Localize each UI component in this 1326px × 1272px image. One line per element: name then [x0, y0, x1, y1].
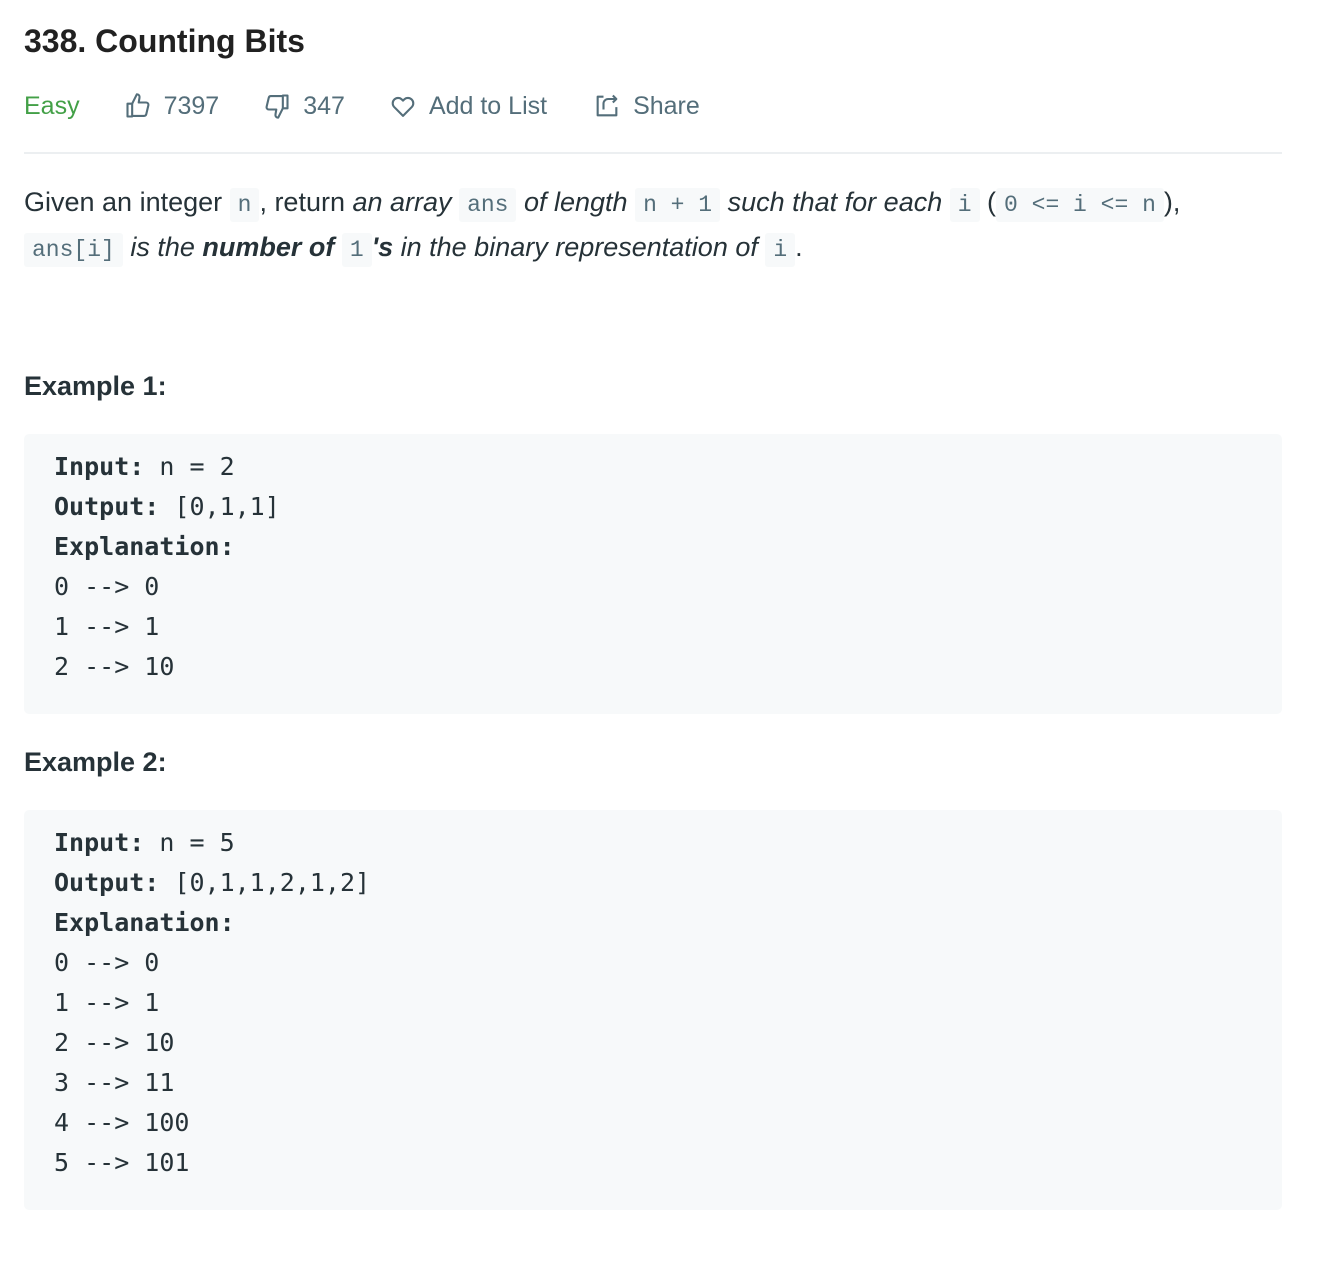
- example-input-line: Input: n = 2: [54, 452, 235, 481]
- desc-strong: number of: [202, 232, 342, 262]
- problem-page: 338. Counting Bits Easy 7397 347 Add to …: [0, 0, 1326, 1272]
- example-input-line: Input: n = 5: [54, 828, 235, 857]
- inline-code: 1: [341, 233, 372, 267]
- explanation-line: 0 --> 0: [54, 572, 160, 601]
- example-output-line: Output: [0,1,1,2,1,2]: [54, 868, 371, 897]
- inline-code: ans: [459, 188, 517, 222]
- desc-text: Given an integer: [24, 187, 230, 217]
- inline-code: i: [949, 188, 980, 222]
- desc-emphasis: of length: [516, 187, 636, 217]
- explanation-line: 1 --> 1: [54, 612, 160, 641]
- inline-code: ans[i]: [24, 233, 123, 267]
- share-label: Share: [633, 91, 700, 120]
- example-2-title: Example 2:: [24, 747, 167, 777]
- example-explanation-label: Explanation:: [54, 532, 235, 561]
- explanation-line: 2 --> 10: [54, 652, 175, 681]
- example-2-code-block: Input: n = 5 Output: [0,1,1,2,1,2] Expla…: [24, 810, 1282, 1210]
- explanation-line: 2 --> 10: [54, 1028, 175, 1057]
- desc-strong: 's: [371, 232, 394, 262]
- difficulty-badge: Easy: [24, 91, 80, 120]
- dislike-count: 347: [303, 91, 345, 120]
- inline-code: n + 1: [635, 188, 721, 222]
- example-1-title: Example 1:: [24, 371, 167, 401]
- inline-code: i: [765, 233, 796, 267]
- like-count: 7397: [163, 91, 220, 120]
- inline-code: n: [229, 188, 260, 222]
- share-icon: [596, 94, 618, 117]
- desc-text: .: [795, 232, 803, 262]
- header-divider: [24, 152, 1282, 154]
- problem-description: Given an integer n, return an array ans …: [24, 181, 1294, 271]
- desc-emphasis: such that for each: [720, 187, 950, 217]
- thumbs-down-icon: [265, 94, 289, 119]
- problem-title: 338. Counting Bits: [24, 23, 305, 59]
- desc-text: (: [979, 187, 997, 217]
- desc-emphasis: in the binary representation of: [393, 232, 766, 262]
- inline-code: 0 <= i <= n: [996, 188, 1164, 222]
- dislike-button[interactable]: 347: [263, 92, 345, 121]
- desc-text: ),: [1163, 187, 1181, 217]
- explanation-line: 1 --> 1: [54, 988, 160, 1017]
- add-to-list-button[interactable]: Add to List: [389, 92, 547, 121]
- thumbs-up-icon: [126, 93, 150, 118]
- desc-emphasis: an array: [352, 187, 452, 217]
- example-output-line: Output: [0,1,1]: [54, 492, 280, 521]
- example-explanation-label: Explanation:: [54, 908, 235, 937]
- add-to-list-label: Add to List: [428, 91, 548, 120]
- explanation-line: 5 --> 101: [54, 1148, 190, 1177]
- like-button[interactable]: 7397: [124, 91, 220, 121]
- explanation-line: 4 --> 100: [54, 1108, 190, 1137]
- explanation-line: 0 --> 0: [54, 948, 160, 977]
- explanation-line: 3 --> 11: [54, 1068, 175, 1097]
- heart-icon: [391, 96, 415, 117]
- problem-meta-bar: Easy 7397 347 Add to List Share: [24, 86, 700, 126]
- desc-emphasis: is the: [122, 232, 203, 262]
- example-1-code-block: Input: n = 2 Output: [0,1,1] Explanation…: [24, 434, 1282, 714]
- desc-text: , return: [259, 187, 353, 217]
- share-button[interactable]: Share: [593, 92, 700, 121]
